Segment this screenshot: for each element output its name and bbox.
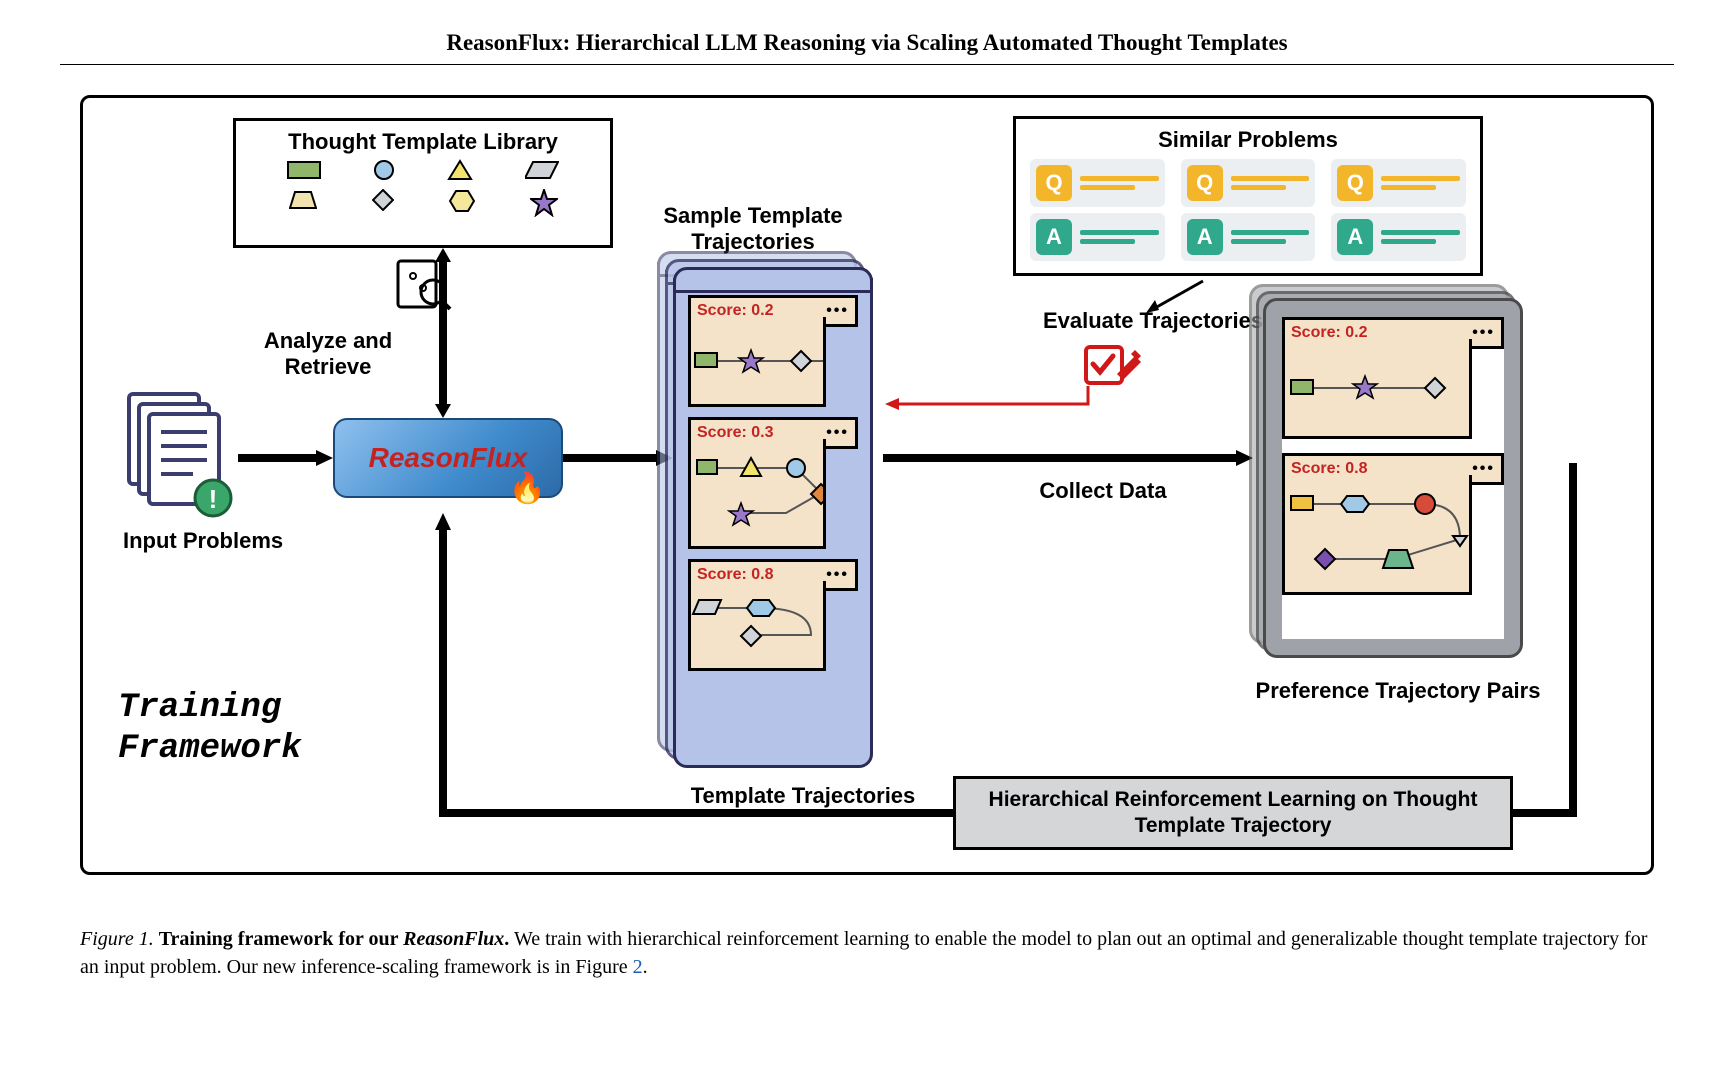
- pref-traj-top: [1282, 339, 1472, 439]
- parallelogram-icon: [525, 159, 559, 181]
- hexagon-icon: [449, 189, 475, 213]
- svg-text:!: !: [209, 484, 218, 514]
- ttl-shapes-row-1: [236, 155, 610, 185]
- evaluate-trajectories-label: Evaluate Trajectories: [1023, 308, 1283, 334]
- q-row: Q Q Q: [1030, 159, 1466, 207]
- sample-template-trajectories-label: Sample Template Trajectories: [643, 203, 863, 256]
- triangle-icon: [447, 159, 473, 181]
- arrow-ttl-rflux: [433, 248, 453, 418]
- diagram-frame: Thought Template Library Analyze and Ret…: [80, 95, 1654, 875]
- paper-title: ReasonFlux: Hierarchical LLM Reasoning v…: [60, 30, 1674, 65]
- arrow-input-rflux: [238, 448, 333, 468]
- trapezoid-icon: [289, 189, 317, 211]
- a-row: A A A: [1030, 213, 1466, 261]
- training-framework-label: TrainingFramework: [118, 688, 302, 770]
- ttl-shapes-row-2: [236, 185, 610, 221]
- similar-problems-box: Similar Problems Q Q Q A A A: [1013, 116, 1483, 276]
- rect-icon: [287, 159, 321, 181]
- diamond-icon: [372, 189, 394, 211]
- a-icon: A: [1337, 219, 1373, 255]
- input-problems-label: Input Problems: [123, 528, 283, 554]
- circle-icon: [373, 159, 395, 181]
- q-icon: Q: [1187, 165, 1223, 201]
- star-icon: [530, 189, 558, 217]
- analyze-retrieve-label: Analyze and Retrieve: [258, 328, 398, 381]
- figure-caption: Figure 1. Training framework for our Rea…: [80, 925, 1654, 981]
- hrl-box: Hierarchical Reinforcement Learning on T…: [953, 776, 1513, 851]
- traj-graph-1: [688, 317, 826, 407]
- q-icon: Q: [1036, 165, 1072, 201]
- a-icon: A: [1187, 219, 1223, 255]
- figure-2-link[interactable]: 2: [633, 956, 643, 978]
- q-icon: Q: [1337, 165, 1373, 201]
- input-documents-icon: !: [123, 388, 233, 518]
- a-icon: A: [1036, 219, 1072, 255]
- arrow-evaluate-to-score: [883, 384, 1093, 424]
- thought-template-library-box: Thought Template Library: [233, 118, 613, 248]
- similar-problems-title: Similar Problems: [1030, 127, 1466, 153]
- ttl-title: Thought Template Library: [236, 129, 610, 155]
